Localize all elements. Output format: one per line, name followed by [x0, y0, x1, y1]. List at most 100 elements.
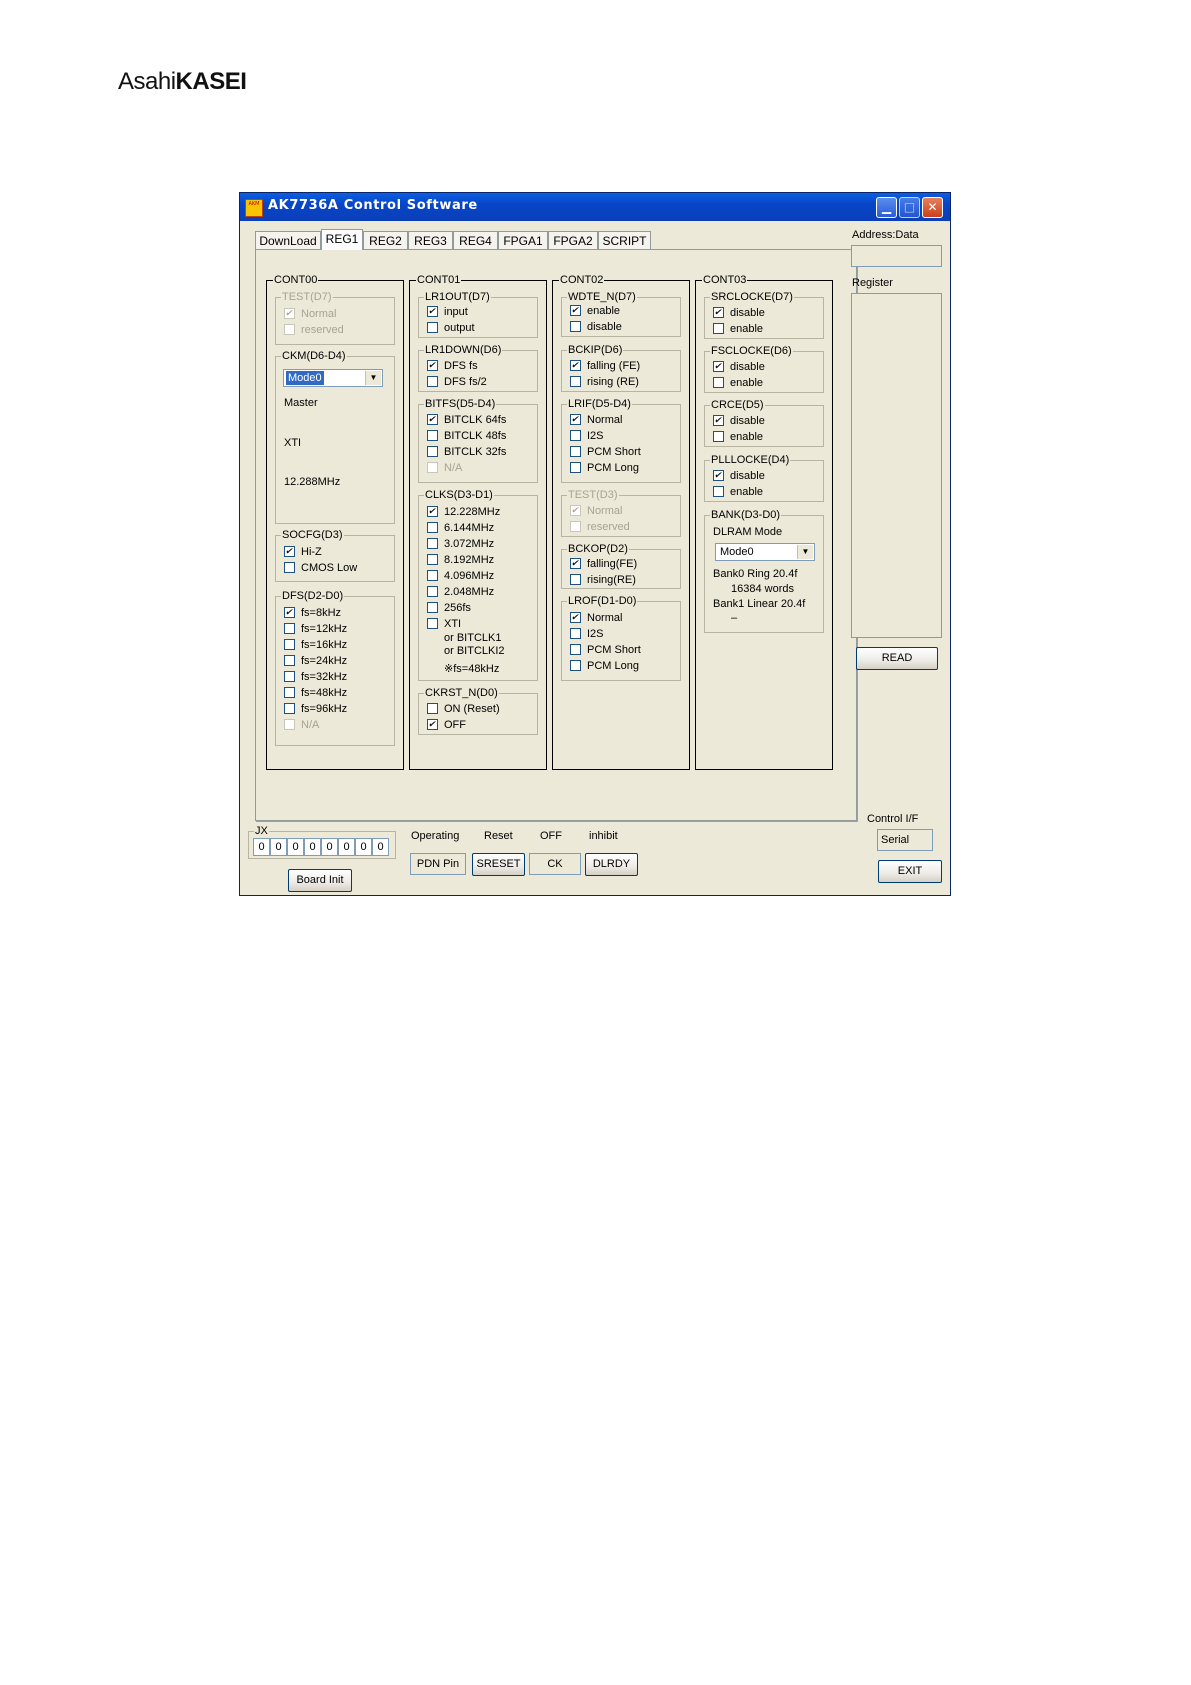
checkbox-box[interactable]	[427, 414, 438, 425]
checkbox-box[interactable]	[427, 506, 438, 517]
clks-3072mhz-checkbox[interactable]: 3.072MHz	[427, 538, 494, 552]
checkbox-box[interactable]	[570, 462, 581, 473]
checkbox-box[interactable]	[713, 431, 724, 442]
socfg-hiz-checkbox[interactable]: Hi-Z	[284, 546, 322, 560]
tab-download[interactable]: DownLoad	[255, 231, 321, 249]
jx-bit-3[interactable]: 0	[304, 838, 321, 856]
lr1out-output-checkbox[interactable]: output	[427, 322, 475, 336]
lrif-pcm-long-checkbox[interactable]: PCM Long	[570, 462, 639, 476]
socfg-cmos-low-checkbox[interactable]: CMOS Low	[284, 562, 357, 576]
checkbox-box[interactable]	[570, 644, 581, 655]
checkbox-box[interactable]	[427, 618, 438, 629]
bitfs-48fs-checkbox[interactable]: BITCLK 48fs	[427, 430, 506, 444]
jx-bit-2[interactable]: 0	[287, 838, 304, 856]
board-init-button[interactable]: Board Init	[288, 869, 352, 892]
checkbox-box[interactable]	[713, 307, 724, 318]
lrof-normal-checkbox[interactable]: Normal	[570, 612, 622, 626]
srclocke-enable-checkbox[interactable]: enable	[713, 323, 763, 337]
dfs-48khz-checkbox[interactable]: fs=48kHz	[284, 687, 347, 701]
checkbox-box[interactable]	[427, 446, 438, 457]
jx-bit-7[interactable]: 0	[372, 838, 389, 856]
ckrst-off-checkbox[interactable]: OFF	[427, 719, 466, 733]
dlrdy-button[interactable]: DLRDY	[585, 853, 638, 876]
dlram-mode-select[interactable]: Mode0 ▼	[715, 543, 815, 561]
jx-bit-5[interactable]: 0	[338, 838, 355, 856]
tab-fpga2[interactable]: FPGA2	[548, 231, 598, 249]
tab-script[interactable]: SCRIPT	[598, 231, 651, 249]
checkbox-box[interactable]	[570, 360, 581, 371]
jx-bit-0[interactable]: 0	[253, 838, 270, 856]
fsclocke-disable-checkbox[interactable]: disable	[713, 361, 765, 375]
crce-disable-checkbox[interactable]: disable	[713, 415, 765, 429]
checkbox-box[interactable]	[284, 655, 295, 666]
ckm-mode-select[interactable]: Mode0 ▼	[283, 369, 383, 387]
jx-bit-1[interactable]: 0	[270, 838, 287, 856]
read-button[interactable]: READ	[856, 647, 938, 670]
ckrst-on-checkbox[interactable]: ON (Reset)	[427, 703, 500, 717]
checkbox-box[interactable]	[570, 574, 581, 585]
clks-2048mhz-checkbox[interactable]: 2.048MHz	[427, 586, 494, 600]
checkbox-box[interactable]	[284, 562, 295, 573]
checkbox-box[interactable]	[427, 554, 438, 565]
checkbox-box[interactable]	[427, 376, 438, 387]
checkbox-box[interactable]	[284, 546, 295, 557]
checkbox-box[interactable]	[284, 607, 295, 618]
checkbox-box[interactable]	[284, 623, 295, 634]
checkbox-box[interactable]	[570, 430, 581, 441]
close-button[interactable]: ✕	[922, 197, 943, 218]
checkbox-box[interactable]	[284, 703, 295, 714]
checkbox-box[interactable]	[284, 671, 295, 682]
checkbox-box[interactable]	[427, 430, 438, 441]
fsclocke-enable-checkbox[interactable]: enable	[713, 377, 763, 391]
clks-256fs-checkbox[interactable]: 256fs	[427, 602, 471, 616]
checkbox-box[interactable]	[427, 703, 438, 714]
sreset-button[interactable]: SRESET	[472, 853, 525, 876]
checkbox-box[interactable]	[570, 660, 581, 671]
srclocke-disable-checkbox[interactable]: disable	[713, 307, 765, 321]
plllocke-enable-checkbox[interactable]: enable	[713, 486, 763, 500]
title-bar[interactable]: AKM AK7736A Control Software ▁ □ ✕	[240, 193, 950, 221]
dfs-12khz-checkbox[interactable]: fs=12kHz	[284, 623, 347, 637]
plllocke-disable-checkbox[interactable]: disable	[713, 470, 765, 484]
clks-8192mhz-checkbox[interactable]: 8.192MHz	[427, 554, 494, 568]
dfs-8khz-checkbox[interactable]: fs=8kHz	[284, 607, 341, 621]
jx-bit-6[interactable]: 0	[355, 838, 372, 856]
clks-6144mhz-checkbox[interactable]: 6.144MHz	[427, 522, 494, 536]
lrif-pcm-short-checkbox[interactable]: PCM Short	[570, 446, 641, 460]
register-list[interactable]	[851, 293, 942, 638]
checkbox-box[interactable]	[284, 687, 295, 698]
crce-enable-checkbox[interactable]: enable	[713, 431, 763, 445]
lr1down-dfs-fs2-checkbox[interactable]: DFS fs/2	[427, 376, 487, 390]
lr1down-dfs-fs-checkbox[interactable]: DFS fs	[427, 360, 478, 374]
checkbox-box[interactable]	[713, 470, 724, 481]
jx-bit-4[interactable]: 0	[321, 838, 338, 856]
bckip-falling-checkbox[interactable]: falling (FE)	[570, 360, 640, 374]
checkbox-box[interactable]	[427, 360, 438, 371]
lrof-pcm-long-checkbox[interactable]: PCM Long	[570, 660, 639, 674]
maximize-button[interactable]: □	[899, 197, 920, 218]
address-data-field[interactable]	[851, 245, 942, 267]
tab-reg2[interactable]: REG2	[363, 231, 408, 249]
checkbox-box[interactable]	[713, 415, 724, 426]
lrif-normal-checkbox[interactable]: Normal	[570, 414, 622, 428]
bckop-falling-checkbox[interactable]: falling(FE)	[570, 558, 637, 572]
checkbox-box[interactable]	[713, 323, 724, 334]
tab-fpga1[interactable]: FPGA1	[498, 231, 548, 249]
checkbox-box[interactable]	[427, 570, 438, 581]
lrof-i2s-checkbox[interactable]: I2S	[570, 628, 604, 642]
checkbox-box[interactable]	[427, 719, 438, 730]
clks-12228mhz-checkbox[interactable]: 12.228MHz	[427, 506, 500, 520]
exit-button[interactable]: EXIT	[878, 860, 942, 883]
checkbox-box[interactable]	[570, 446, 581, 457]
checkbox-box[interactable]	[427, 306, 438, 317]
checkbox-box[interactable]	[570, 376, 581, 387]
checkbox-box[interactable]	[427, 602, 438, 613]
bitfs-32fs-checkbox[interactable]: BITCLK 32fs	[427, 446, 506, 460]
bckop-rising-checkbox[interactable]: rising(RE)	[570, 574, 636, 588]
dfs-24khz-checkbox[interactable]: fs=24kHz	[284, 655, 347, 669]
wdte-enable-checkbox[interactable]: enable	[570, 305, 620, 319]
checkbox-box[interactable]	[284, 639, 295, 650]
minimize-button[interactable]: ▁	[876, 197, 897, 218]
checkbox-box[interactable]	[570, 628, 581, 639]
dfs-16khz-checkbox[interactable]: fs=16kHz	[284, 639, 347, 653]
